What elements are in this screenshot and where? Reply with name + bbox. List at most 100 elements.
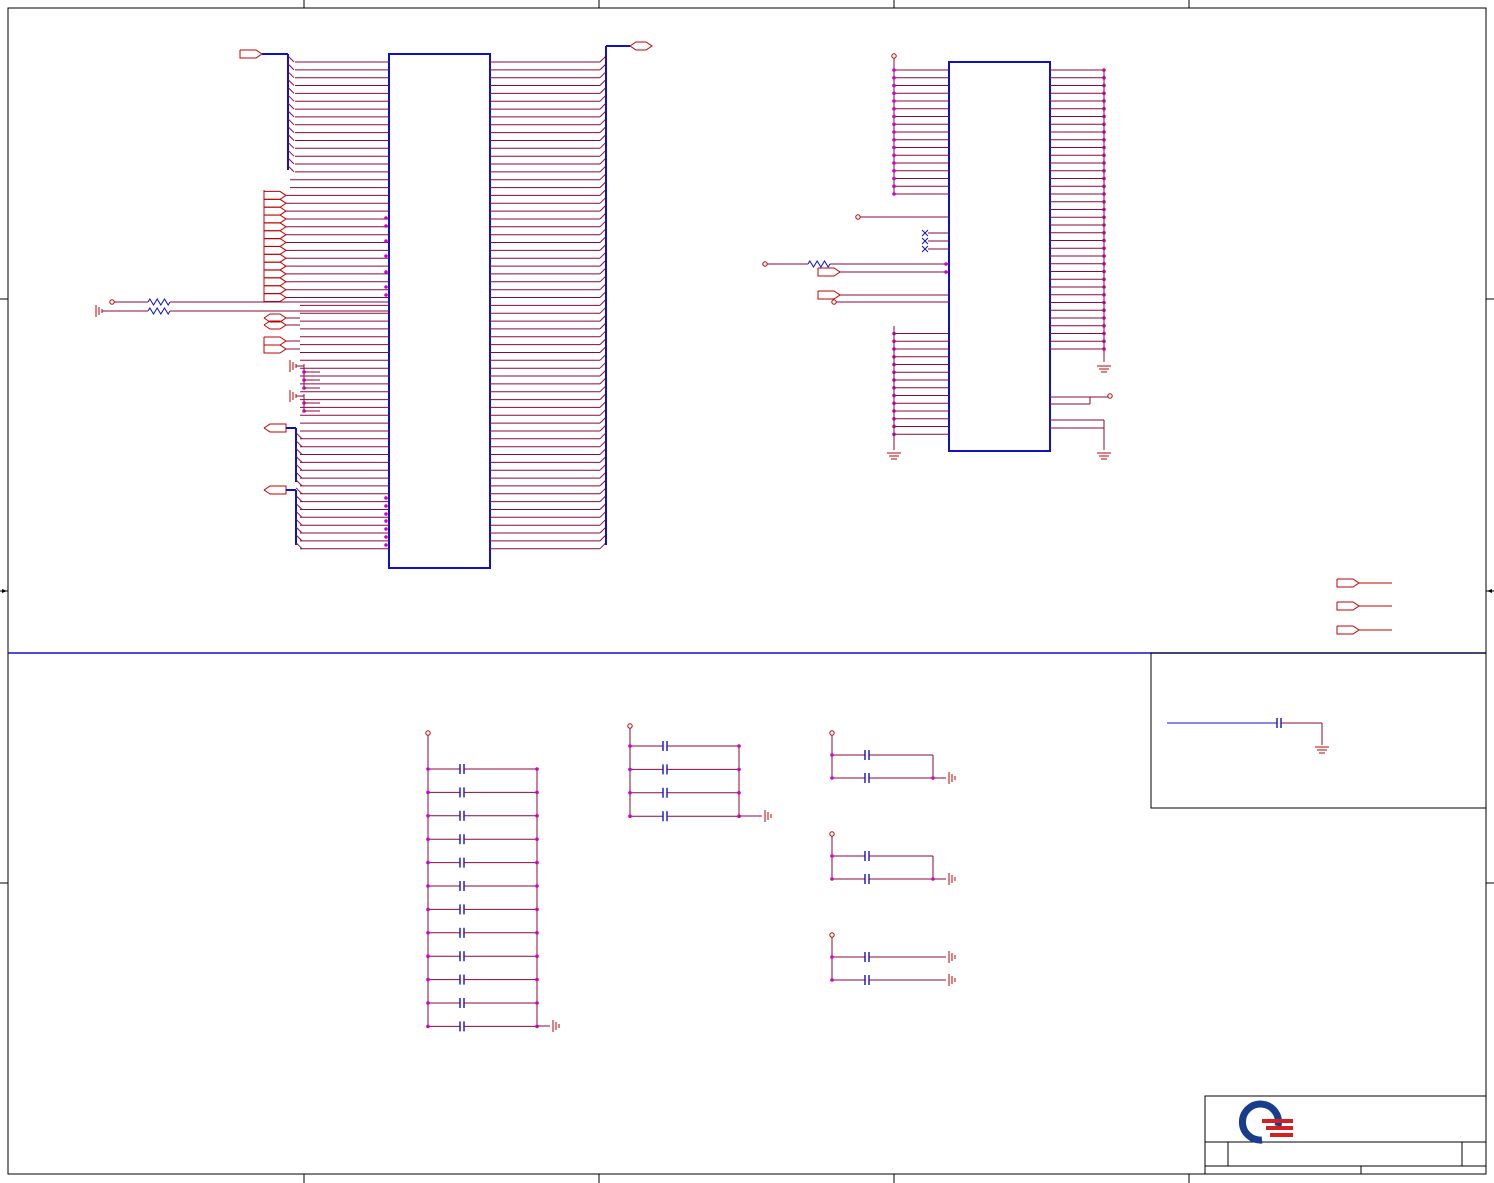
junction-dot [384,512,388,516]
resistor-icon [147,307,171,315]
junction-dot [830,753,834,757]
junction-dot [628,767,632,772]
port-legend [1336,578,1392,635]
power-port-icon [1107,393,1113,399]
junction-dot [384,543,388,547]
junction-dot [892,192,896,196]
junction-dot [892,153,896,158]
cap-bank-2 [627,723,772,822]
ground-icon [1315,746,1329,754]
connector-left [95,41,653,569]
bus-entry [295,542,303,550]
junction-dot [384,254,388,258]
ground-icon [887,452,901,460]
note-box [1150,652,1487,809]
junction-dot [426,1001,430,1005]
cap-pair-1 [829,730,956,784]
chassis-ground-icon [289,390,297,402]
no-connect-icon [921,229,949,237]
chassis-ground-icon [948,772,956,784]
chassis-ground-icon [95,305,103,317]
port-icon [263,214,287,224]
capacitor-icon [459,904,465,915]
no-connect-icon [921,237,949,245]
capacitor-icon [662,811,668,822]
junction-dot [535,884,539,888]
junction-dot [535,907,539,912]
junction-dot [426,1024,430,1029]
sheet-frame [0,0,1494,1183]
junction-dot [535,860,539,865]
junction-dot [535,790,539,795]
port-icon [263,190,287,200]
junction-dot [830,955,834,959]
capacitor-icon [459,951,465,962]
chassis-ground-icon [289,360,297,372]
junction-dot [830,877,834,881]
logo-stripe [1266,1126,1293,1130]
junction-dot [426,767,430,771]
junction-dot [628,744,632,748]
port-icon [263,206,287,216]
junction-dot [944,262,948,266]
junction-dot [892,68,896,72]
junction-dot [384,535,388,539]
capacitor-icon [864,975,870,985]
port-icon [263,222,287,232]
cap-pair-2 [829,831,956,885]
capacitor-icon [459,974,465,985]
power-port-icon [891,53,897,59]
capacitor-icon [459,810,465,821]
power-port-icon [829,932,835,938]
junction-dot [384,293,388,297]
junction-dot [384,496,388,500]
port-icon [817,267,841,277]
port-icon [263,485,287,495]
port-icon [263,344,287,354]
power-port-icon [831,299,837,305]
schematic-canvas [0,0,1494,1183]
junction-dot [737,767,741,772]
port-icon [263,261,287,271]
junction-dot [628,791,632,795]
junction-dot [931,776,935,780]
schematic-sheet [0,0,1494,1183]
junction-dot [535,1001,539,1005]
port-icon [263,269,287,279]
capacitor-icon [459,764,465,774]
port-icon [263,253,287,263]
capacitor-icon [459,927,465,938]
junction-dot [384,285,388,289]
power-port-icon [762,261,768,267]
border-outer [7,7,1487,1175]
junction-dot [535,767,539,771]
connector-body [948,61,1051,452]
capacitor-icon [864,773,870,783]
port-icon [1336,578,1360,588]
capacitor-icon [459,834,465,845]
junction-dot [384,216,388,220]
port-icon [263,423,287,433]
junction-dot [426,860,430,865]
junction-dot [426,931,430,935]
junction-dot [426,837,430,841]
power-port-icon [855,214,861,220]
cap-pair-3 [829,932,956,986]
junction-dot [737,744,741,748]
junction-dot [892,169,896,173]
chassis-ground-icon [948,951,956,963]
logo-stripe [1270,1133,1293,1137]
junction-dot [737,791,741,795]
junction-dot [384,504,388,508]
port-icon [263,230,287,240]
port-icon [263,336,287,346]
port-icon [1336,601,1360,611]
junction-dot [830,776,834,780]
junction-dot [384,239,388,243]
junction-dot [384,224,388,228]
bus-entry [295,479,303,487]
port-icon [263,285,287,295]
capacitor-icon [662,787,668,798]
cap-single [1167,718,1329,754]
power-port-icon [627,723,633,729]
